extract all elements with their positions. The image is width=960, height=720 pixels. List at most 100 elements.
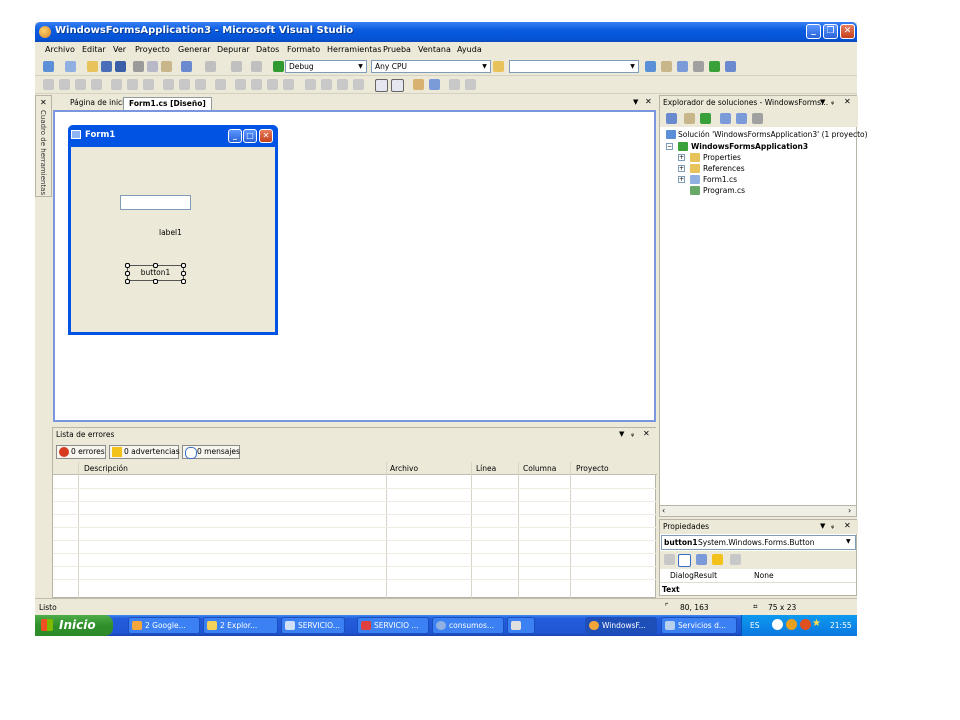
horizontal-spacing-icon[interactable] (235, 79, 246, 90)
cut-icon[interactable] (133, 61, 144, 72)
column-proyecto[interactable]: Proyecto (576, 464, 609, 473)
remove-horizontal-spacing-icon[interactable] (283, 79, 294, 90)
menu-editar[interactable]: Editar (82, 45, 106, 54)
tree-project[interactable]: WindowsFormsApplication3 (691, 142, 808, 151)
panel-menu-icon[interactable]: ▼ (619, 430, 624, 438)
taskbar-item-google[interactable]: 2 Google... (128, 617, 200, 634)
menu-herramientas[interactable]: Herramientas (327, 45, 382, 54)
label1[interactable]: label1 (159, 228, 182, 237)
class-diagram-icon[interactable] (752, 113, 763, 124)
other-windows-icon[interactable] (725, 61, 736, 72)
panel-menu-icon[interactable]: ▼ (820, 98, 825, 106)
taskbar-item-windowsforms[interactable]: WindowsF... (585, 617, 657, 634)
menu-ver[interactable]: Ver (113, 45, 126, 54)
decrease-vertical-spacing-icon[interactable] (337, 79, 348, 90)
property-row[interactable]: Text (660, 584, 856, 596)
alphabetical-icon[interactable] (678, 554, 691, 567)
bring-to-front-icon[interactable] (413, 79, 424, 90)
form1-window[interactable]: Form1 _ □ ✕ label1 button1 (68, 125, 278, 335)
warnings-filter-button[interactable]: 0 advertencias (109, 445, 180, 459)
column-archivo[interactable]: Archivo (390, 464, 418, 473)
taskbar-item-consumos[interactable]: consumos... (432, 617, 504, 634)
close-document-icon[interactable]: ✕ (645, 97, 652, 106)
pin-icon[interactable]: ᵩ (631, 429, 634, 438)
lock-controls-icon[interactable] (449, 79, 460, 90)
align-centers-icon[interactable] (75, 79, 86, 90)
increase-horizontal-spacing-icon[interactable] (251, 79, 262, 90)
solution-config-select[interactable]: Debug ▼ (285, 60, 367, 73)
new-project-icon[interactable] (43, 61, 54, 72)
errors-filter-button[interactable]: 0 errores (56, 445, 106, 459)
taskbar-item-servicios[interactable]: Servicios d... (661, 617, 737, 634)
view-designer-icon[interactable] (736, 113, 747, 124)
make-same-size-icon[interactable] (195, 79, 206, 90)
object-selector[interactable]: button1 System.Windows.Forms.Button ▼ (661, 535, 856, 550)
find-combo[interactable]: ▼ (509, 60, 639, 73)
form-designer-surface[interactable]: Form1 _ □ ✕ label1 button1 (53, 110, 656, 422)
menu-prueba[interactable]: Prueba (383, 45, 411, 54)
size-to-grid-icon[interactable] (215, 79, 226, 90)
find-in-files-icon[interactable] (493, 61, 504, 72)
close-panel-icon[interactable]: ✕ (844, 97, 851, 106)
menu-ayuda[interactable]: Ayuda (457, 45, 482, 54)
refresh-icon[interactable] (700, 113, 711, 124)
tree-item-program[interactable]: Program.cs (703, 186, 745, 195)
copy-icon[interactable] (147, 61, 158, 72)
undo-icon[interactable] (181, 61, 192, 72)
properties-icon[interactable] (666, 113, 677, 124)
solution-platform-select[interactable]: Any CPU ▼ (371, 60, 491, 73)
send-to-back-icon[interactable] (429, 79, 440, 90)
open-icon[interactable] (87, 61, 98, 72)
align-middles-icon[interactable] (127, 79, 138, 90)
tree-solution[interactable]: Solución 'WindowsFormsApplication3' (1 p… (678, 130, 868, 139)
start-button[interactable]: Inicio (35, 615, 113, 636)
menu-depurar[interactable]: Depurar (217, 45, 250, 54)
tray-app-icon[interactable] (800, 619, 811, 630)
add-item-icon[interactable] (65, 61, 76, 72)
minimize-icon[interactable]: _ (806, 24, 821, 39)
panel-menu-icon[interactable]: ▼ (820, 522, 825, 530)
taskbar-item-servicio-2[interactable]: SERVICIO ... (357, 617, 429, 634)
vertical-spacing-icon[interactable] (305, 79, 316, 90)
align-rights-icon[interactable] (91, 79, 102, 90)
resize-handle[interactable] (153, 263, 158, 268)
tray-app-icon[interactable] (786, 619, 797, 630)
resize-handle[interactable] (181, 271, 186, 276)
properties-view-icon[interactable] (696, 554, 707, 565)
align-bottoms-icon[interactable] (143, 79, 154, 90)
resize-handle[interactable] (153, 279, 158, 284)
tray-star-icon[interactable]: ★ (812, 618, 821, 629)
resize-handle[interactable] (125, 263, 130, 268)
pin-icon[interactable]: ᵩ (831, 521, 834, 530)
textbox1[interactable] (120, 195, 191, 210)
expand-icon[interactable]: + (678, 154, 685, 161)
language-indicator[interactable]: ES (750, 621, 760, 630)
tray-app-icon[interactable] (772, 619, 783, 630)
tab-form1-design[interactable]: Form1.cs [Diseño] (123, 97, 212, 110)
paste-icon[interactable] (161, 61, 172, 72)
increase-vertical-spacing-icon[interactable] (321, 79, 332, 90)
view-code-icon[interactable] (720, 113, 731, 124)
remove-vertical-spacing-icon[interactable] (353, 79, 364, 90)
pin-icon[interactable]: ᵩ (831, 97, 834, 106)
resize-handle[interactable] (181, 263, 186, 268)
menu-proyecto[interactable]: Proyecto (135, 45, 170, 54)
align-lefts-icon[interactable] (59, 79, 70, 90)
save-all-icon[interactable] (115, 61, 126, 72)
property-pages-icon[interactable] (730, 554, 741, 565)
events-icon[interactable] (712, 554, 723, 565)
start-page-icon[interactable] (709, 61, 720, 72)
tab-list-dropdown-icon[interactable]: ▼ (633, 98, 638, 106)
menu-generar[interactable]: Generar (178, 45, 211, 54)
redo-icon[interactable] (205, 61, 216, 72)
resize-handle[interactable] (125, 271, 130, 276)
toolbox-icon[interactable] (693, 61, 704, 72)
close-panel-icon[interactable]: ✕ (643, 429, 650, 438)
form-client-area[interactable]: label1 button1 (71, 147, 275, 332)
navigate-back-icon[interactable] (231, 61, 242, 72)
tree-item-properties[interactable]: Properties (703, 153, 741, 162)
start-debug-icon[interactable] (273, 61, 284, 72)
navigate-forward-icon[interactable] (251, 61, 262, 72)
column-linea[interactable]: Línea (476, 464, 496, 473)
resize-handle[interactable] (181, 279, 186, 284)
